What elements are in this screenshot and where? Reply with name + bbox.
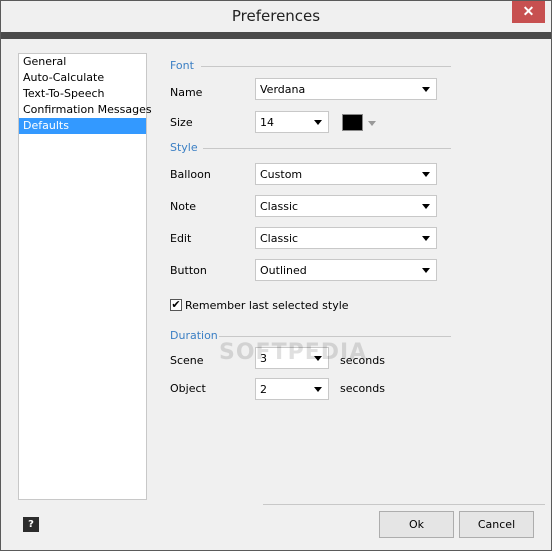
edit-label: Edit [170, 232, 192, 245]
style-section-divider [203, 148, 451, 149]
chevron-down-icon [422, 268, 430, 273]
chevron-down-icon [314, 356, 322, 361]
button-style-dropdown[interactable]: Outlined [255, 259, 437, 281]
scene-duration-value: 3 [260, 352, 267, 365]
balloon-style-value: Custom [260, 168, 303, 181]
button-label: Button [170, 264, 207, 277]
font-size-dropdown[interactable]: 14 [255, 111, 329, 133]
note-style-dropdown[interactable]: Classic [255, 195, 437, 217]
edit-style-dropdown[interactable]: Classic [255, 227, 437, 249]
font-section-divider [201, 66, 451, 67]
note-style-value: Classic [260, 200, 299, 213]
window-title: Preferences [231, 7, 321, 25]
chevron-down-icon [422, 87, 430, 92]
footer-divider [263, 504, 545, 505]
category-list[interactable]: General Auto-Calculate Text-To-Speech Co… [18, 53, 152, 500]
object-duration-dropdown[interactable]: 2 [255, 378, 329, 400]
duration-section-divider [219, 336, 451, 337]
font-size-label: Size [170, 116, 193, 129]
font-size-value: 14 [260, 116, 274, 129]
remember-style-label[interactable]: Remember last selected style [185, 299, 349, 312]
object-duration-value: 2 [260, 383, 267, 396]
font-name-label: Name [170, 86, 203, 99]
category-item-general[interactable]: General [19, 54, 146, 70]
chevron-down-icon [422, 204, 430, 209]
chevron-down-icon [314, 120, 322, 125]
color-dropdown-arrow-icon[interactable] [368, 121, 376, 126]
edit-style-value: Classic [260, 232, 299, 245]
category-item-text-to-speech[interactable]: Text-To-Speech [19, 86, 146, 102]
chevron-down-icon [314, 387, 322, 392]
category-item-defaults[interactable]: Defaults [19, 118, 146, 134]
close-button[interactable]: ✕ [512, 1, 545, 23]
button-style-value: Outlined [260, 264, 307, 277]
chevron-down-icon [422, 236, 430, 241]
category-item-auto-calculate[interactable]: Auto-Calculate [19, 70, 146, 86]
font-color-swatch[interactable] [342, 114, 363, 131]
font-name-value: Verdana [260, 83, 306, 96]
object-label: Object [170, 382, 206, 395]
category-item-confirmation-messages[interactable]: Confirmation Messages [19, 102, 152, 118]
checkmark-icon: ✔ [171, 298, 181, 311]
remember-style-checkbox[interactable]: ✔ [170, 299, 182, 311]
cancel-button[interactable]: Cancel [459, 511, 534, 538]
scene-label: Scene [170, 354, 204, 367]
scene-unit-label: seconds [340, 354, 385, 367]
note-label: Note [170, 200, 197, 213]
ok-button[interactable]: Ok [379, 511, 454, 538]
balloon-style-dropdown[interactable]: Custom [255, 163, 437, 185]
object-unit-label: seconds [340, 382, 385, 395]
font-name-dropdown[interactable]: Verdana [255, 78, 437, 100]
scene-duration-dropdown[interactable]: 3 [255, 347, 329, 369]
chevron-down-icon [422, 172, 430, 177]
balloon-label: Balloon [170, 168, 211, 181]
title-bar: Preferences ✕ [1, 1, 551, 32]
preferences-dialog: Preferences ✕ General Auto-Calculate Tex… [0, 0, 552, 551]
close-icon: ✕ [522, 3, 535, 19]
style-section-heading: Style [170, 141, 198, 154]
font-section-heading: Font [170, 59, 194, 72]
duration-section-heading: Duration [170, 329, 218, 342]
title-bar-strip [1, 32, 551, 39]
help-button[interactable]: ? [23, 517, 39, 532]
